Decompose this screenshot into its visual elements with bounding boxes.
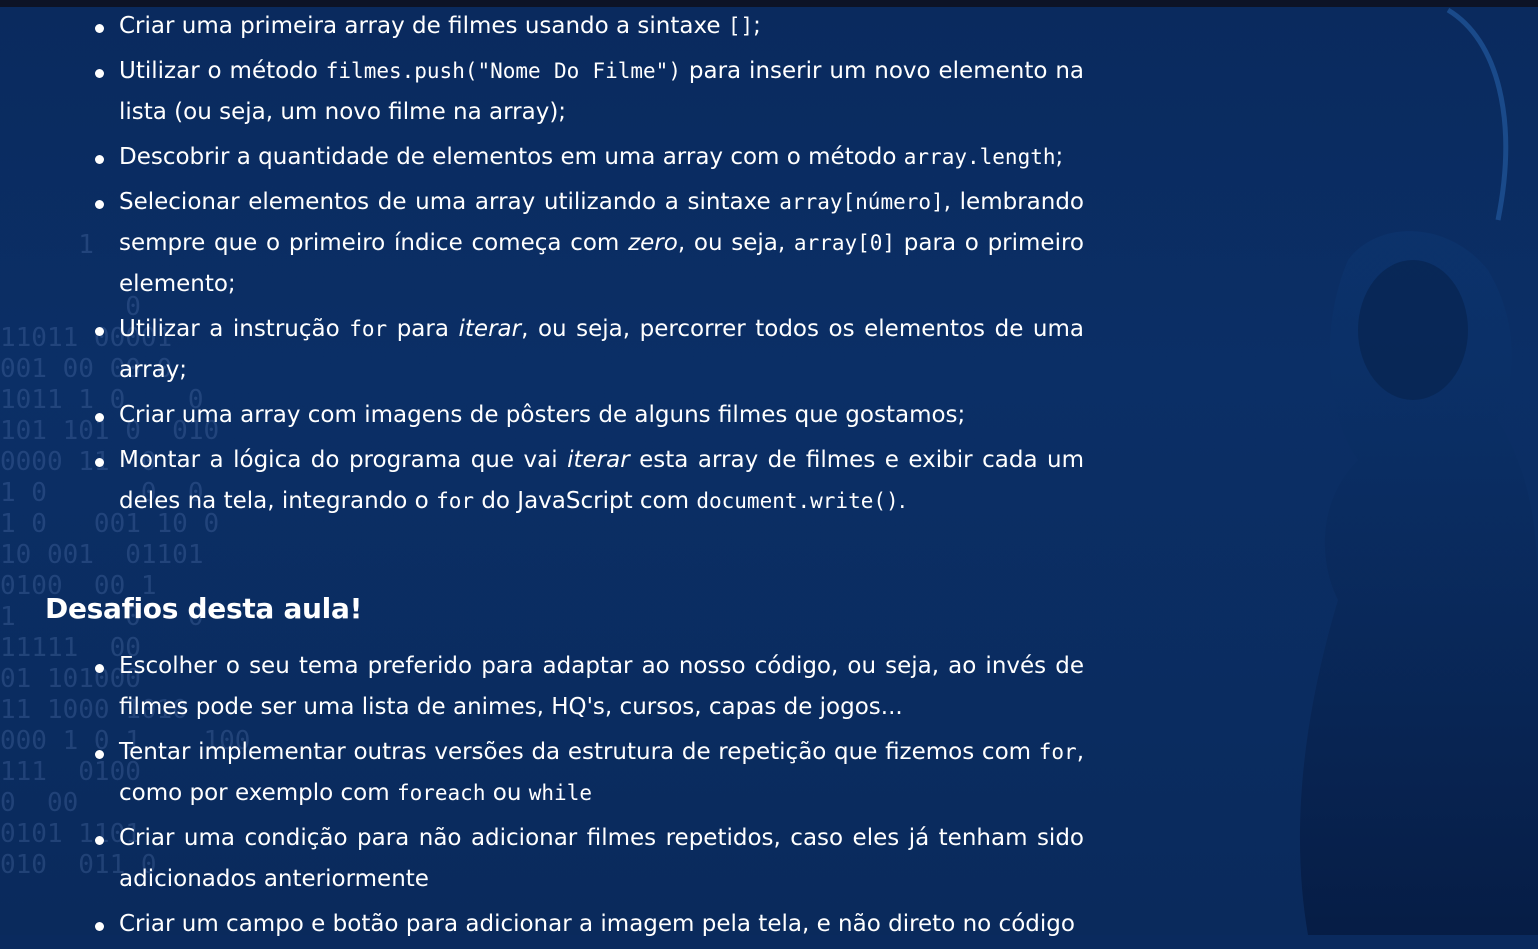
list-item: Montar a lógica do programa que vai iter… (95, 440, 1084, 522)
list-item: Criar um campo e botão para adicionar a … (95, 904, 1084, 945)
list-item: Escolher o seu tema preferido para adapt… (95, 646, 1084, 728)
list-item: Utilizar a instrução for para iterar, ou… (95, 309, 1084, 391)
challenges-list: Escolher o seu tema preferido para adapt… (95, 646, 1084, 949)
challenges-heading: Desafios desta aula! (45, 592, 363, 625)
list-item: Criar uma condição para não adicionar fi… (95, 818, 1084, 900)
list-item: Tentar implementar outras versões da est… (95, 732, 1084, 814)
list-item: Utilizar o método filmes.push("Nome Do F… (95, 51, 1084, 133)
list-item: Criar uma primeira array de filmes usand… (95, 6, 1084, 47)
list-item: Criar uma array com imagens de pôsters d… (95, 395, 1084, 436)
list-item: Selecionar elementos de uma array utiliz… (95, 182, 1084, 305)
learned-list: Criar uma primeira array de filmes usand… (95, 6, 1084, 526)
list-item: Descobrir a quantidade de elementos em u… (95, 137, 1084, 178)
